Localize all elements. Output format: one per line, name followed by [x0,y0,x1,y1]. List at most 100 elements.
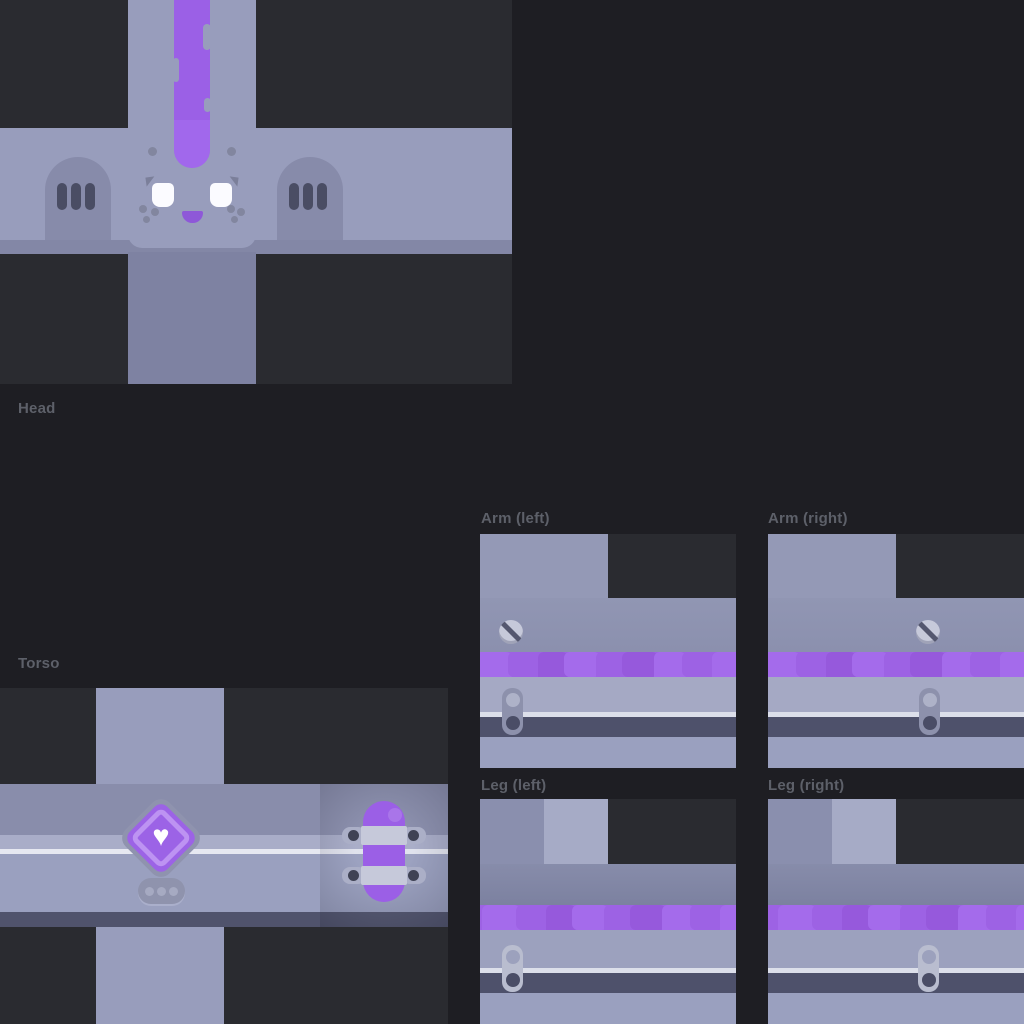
bolt-icon [348,830,359,841]
leg-cuff [480,993,736,1024]
left-eye [152,183,174,207]
section-label-leg-left: Leg (left) [481,777,546,794]
leg-body [480,864,736,905]
hair-stripe-tip [174,120,210,168]
paint-drip-segment [868,905,904,930]
ear-vent-icon [85,183,95,210]
paint-drip-segment [682,652,716,677]
transparent-block [256,0,512,128]
arm-top-flap [480,534,608,598]
zipper-pull-icon [919,688,940,735]
sleeve-cuff [480,737,736,768]
transparent-block [608,799,736,864]
paint-drip-segment [852,652,888,677]
arm-top-flap [768,534,896,598]
zipper-pull-icon [502,945,523,992]
heart-icon: ♥ [152,822,169,851]
transparent-block [0,927,96,1024]
paint-drip-segment [564,652,600,677]
zipper-pull-icon [502,688,523,735]
leg-top-flap-light [544,799,608,864]
transparent-block [896,534,1024,598]
paint-drip-segment [812,905,846,930]
leg-right-texture-panel[interactable] [768,799,1024,1024]
capsule-strap [361,866,407,885]
paint-drip-segment [986,905,1020,930]
bolt-icon [408,870,419,881]
transparent-block [224,688,448,784]
paint-drip-segment [572,905,608,930]
paint-drip-segment [508,652,542,677]
zipper-pull-icon [918,945,939,992]
ear-vent-icon [289,183,299,210]
leg-top-flap [480,799,544,864]
screw-icon [499,620,523,644]
speaker-dot [145,887,154,896]
leg-cuff [768,993,1024,1024]
sleeve-cuff [768,737,1024,768]
cheek-dot [151,208,159,216]
hair-notch [203,24,211,50]
bolt-icon [348,870,359,881]
cheek-dot [231,216,238,223]
leg-dark-strip [768,973,1024,993]
hair-notch [173,58,179,82]
transparent-block [256,252,512,384]
section-label-arm-right: Arm (right) [768,510,848,527]
paint-drip-segment [690,905,724,930]
right-eye [210,183,232,207]
arm-right-texture-panel[interactable] [768,534,1024,768]
screw-icon [916,620,940,644]
transparent-block [896,799,1024,864]
leg-top-flap [768,799,832,864]
speaker-pill [138,878,185,904]
cheek-dot [139,205,147,213]
paint-drip-segment [910,652,946,677]
torso-top-flap [96,688,224,784]
ear-vent-icon [317,183,327,210]
leg-body [768,864,1024,905]
speaker-dot [169,887,178,896]
capsule-strap [361,826,407,845]
leg-top-flap-light [832,799,896,864]
paint-drip-segment [926,905,962,930]
paint-drip-segment [796,652,830,677]
forehead-dot [227,147,236,156]
transparent-block [0,0,128,128]
sleeve-light [768,677,1024,712]
transparent-block [0,252,128,384]
arm-body [768,598,1024,652]
paint-drip-segment [516,905,550,930]
paint-drip-segment [630,905,666,930]
ear-vent-icon [71,183,81,210]
cheek-dot [227,205,235,213]
speaker-dot [157,887,166,896]
paint-drip-segment [970,652,1004,677]
torso-bottom-flap [96,927,224,1024]
sleeve-dark-strip [768,717,1024,737]
section-label-arm-left: Arm (left) [481,510,550,527]
section-label-leg-right: Leg (right) [768,777,844,794]
capsule-highlight [388,808,402,822]
transparent-block [224,927,448,1024]
bolt-icon [408,830,419,841]
skin-texture-page: { "sections": { "head": {"label": "Head"… [0,0,1024,1024]
leg-light [768,930,1024,968]
arm-left-texture-panel[interactable] [480,534,736,768]
neck-shade-strip [0,240,512,254]
paint-drip-segment [622,652,658,677]
transparent-block [0,688,96,784]
ear-vent-icon [57,183,67,210]
cheek-dot [143,216,150,223]
section-label-torso: Torso [18,655,60,672]
head-back-column [128,252,256,384]
section-label-head: Head [18,400,55,417]
hair-notch [204,98,211,112]
ear-vent-icon [303,183,313,210]
transparent-block [608,534,736,598]
leg-left-texture-panel[interactable] [480,799,736,1024]
torso-texture-panel[interactable]: ♥ [0,688,448,1024]
cheek-dot [237,208,245,216]
head-texture-panel[interactable] [0,0,512,384]
forehead-dot [148,147,157,156]
